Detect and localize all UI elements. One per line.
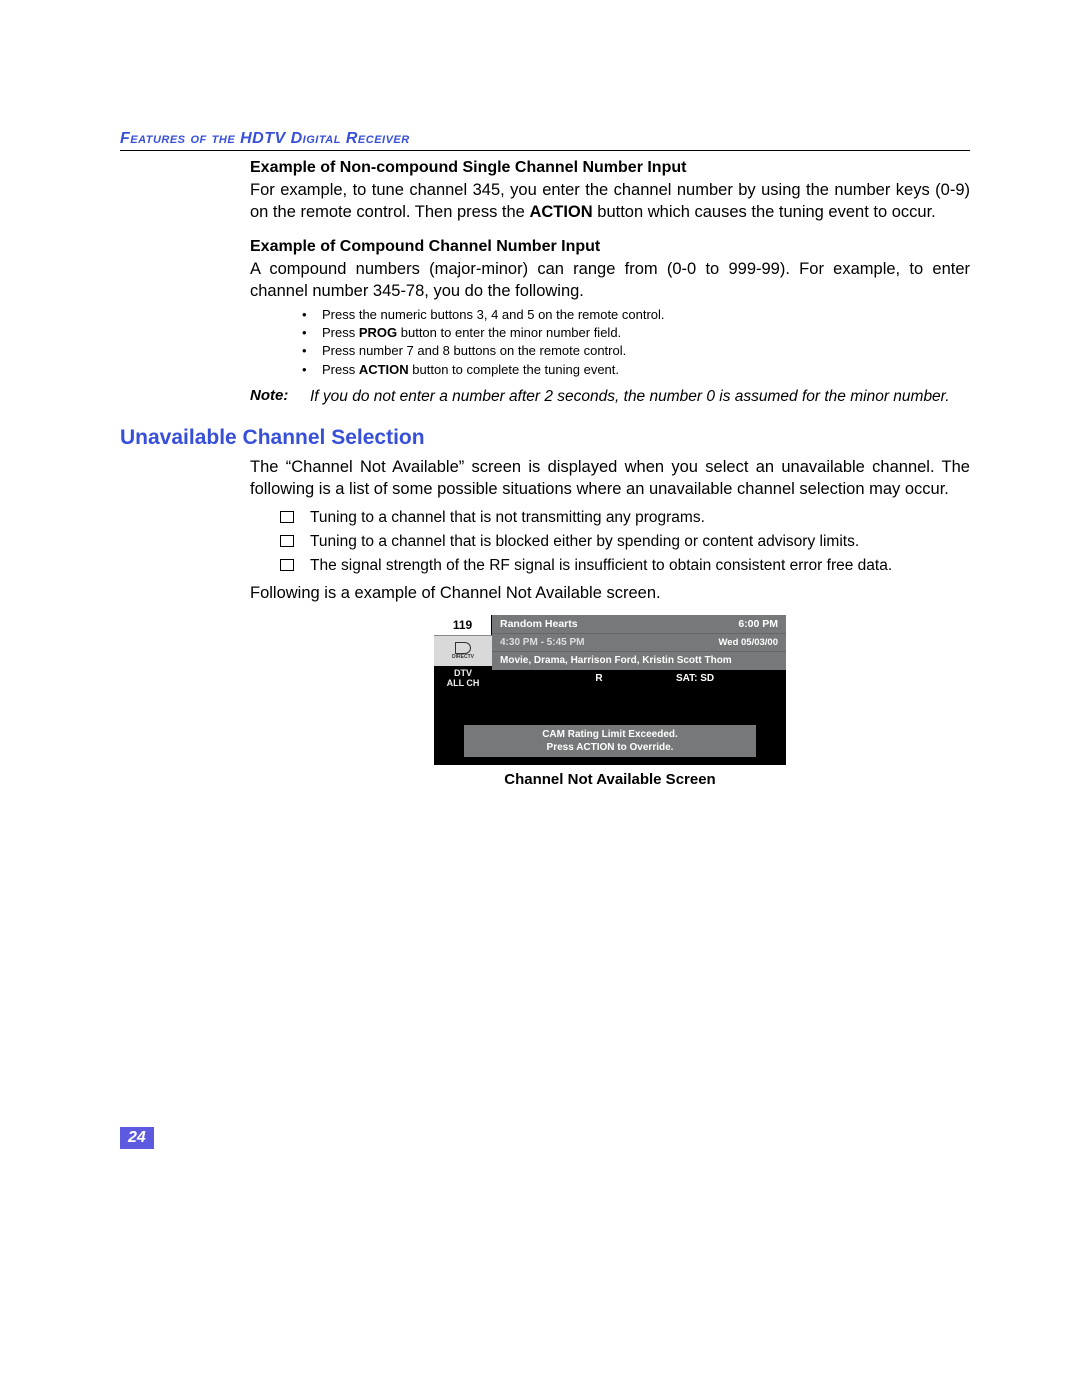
screen-dtv-label: DTV <box>434 666 492 678</box>
unavailable-intro: The “Channel Not Available” screen is di… <box>250 456 970 501</box>
bullet-text: Press <box>322 362 359 377</box>
example2-bullets: Press the numeric buttons 3, 4 and 5 on … <box>298 306 970 379</box>
unavailable-followup: Following is a example of Channel Not Av… <box>250 582 970 604</box>
screen-allch-label: ALL CH <box>434 678 492 691</box>
bullet-post: button to complete the tuning event. <box>409 362 619 377</box>
example1-text: For example, to tune channel 345, you en… <box>250 179 970 224</box>
action-word: ACTION <box>529 203 592 221</box>
bullet-text: Press number 7 and 8 buttons on the remo… <box>322 343 626 358</box>
screen-description: Movie, Drama, Harrison Ford, Kristin Sco… <box>492 651 786 670</box>
directv-logo: DIRECTV <box>434 635 492 666</box>
check-item: Tuning to a channel that is not transmit… <box>280 506 970 530</box>
example1-heading: Example of Non-compound Single Channel N… <box>250 159 970 177</box>
example1-text-post: button which causes the tuning event to … <box>593 203 936 221</box>
bullet-item: Press PROG button to enter the minor num… <box>298 324 970 342</box>
bullet-item: Press number 7 and 8 buttons on the remo… <box>298 342 970 360</box>
page-number: 24 <box>120 1127 154 1149</box>
screen-date: Wed 05/03/00 <box>718 637 778 648</box>
bullet-bold: ACTION <box>359 362 409 377</box>
section-header: Features of the HDTV Digital Receiver <box>120 130 970 151</box>
note-label: Note: <box>250 387 310 408</box>
screen-caption: Channel Not Available Screen <box>434 771 786 788</box>
check-item: Tuning to a channel that is blocked eith… <box>280 530 970 554</box>
unavailable-checklist: Tuning to a channel that is not transmit… <box>280 506 970 578</box>
note-text: If you do not enter a number after 2 sec… <box>310 387 950 408</box>
example2-intro: A compound numbers (major-minor) can ran… <box>250 258 970 303</box>
bullet-post: button to enter the minor number field. <box>397 325 621 340</box>
unavailable-heading: Unavailable Channel Selection <box>120 426 970 450</box>
check-item: The signal strength of the RF signal is … <box>280 554 970 578</box>
bullet-text: Press the numeric buttons 3, 4 and 5 on … <box>322 307 665 322</box>
screen-msg-1: CAM Rating Limit Exceeded. <box>464 728 756 741</box>
screen-msg-2: Press ACTION to Override. <box>464 741 756 754</box>
screen-sat: SAT: SD <box>676 673 786 684</box>
screen-program-title: Random Hearts <box>500 618 738 630</box>
screen-channel-number: 119 <box>434 615 492 635</box>
example2-heading: Example of Compound Channel Number Input <box>250 238 970 256</box>
bullet-item: Press the numeric buttons 3, 4 and 5 on … <box>298 306 970 324</box>
bullet-item: Press ACTION button to complete the tuni… <box>298 361 970 379</box>
screen-message: CAM Rating Limit Exceeded. Press ACTION … <box>464 725 756 757</box>
channel-not-available-screen: 119 DIRECTV DTV ALL CH Random Hearts 6:0… <box>434 615 786 765</box>
bullet-text: Press <box>322 325 359 340</box>
bullet-bold: PROG <box>359 325 397 340</box>
note-row: Note: If you do not enter a number after… <box>250 387 970 408</box>
screen-time-range: 4:30 PM - 5:45 PM <box>500 637 718 648</box>
logo-text: DIRECTV <box>452 654 474 660</box>
screen-clock: 6:00 PM <box>738 618 778 630</box>
screen-rating: R <box>492 673 676 684</box>
